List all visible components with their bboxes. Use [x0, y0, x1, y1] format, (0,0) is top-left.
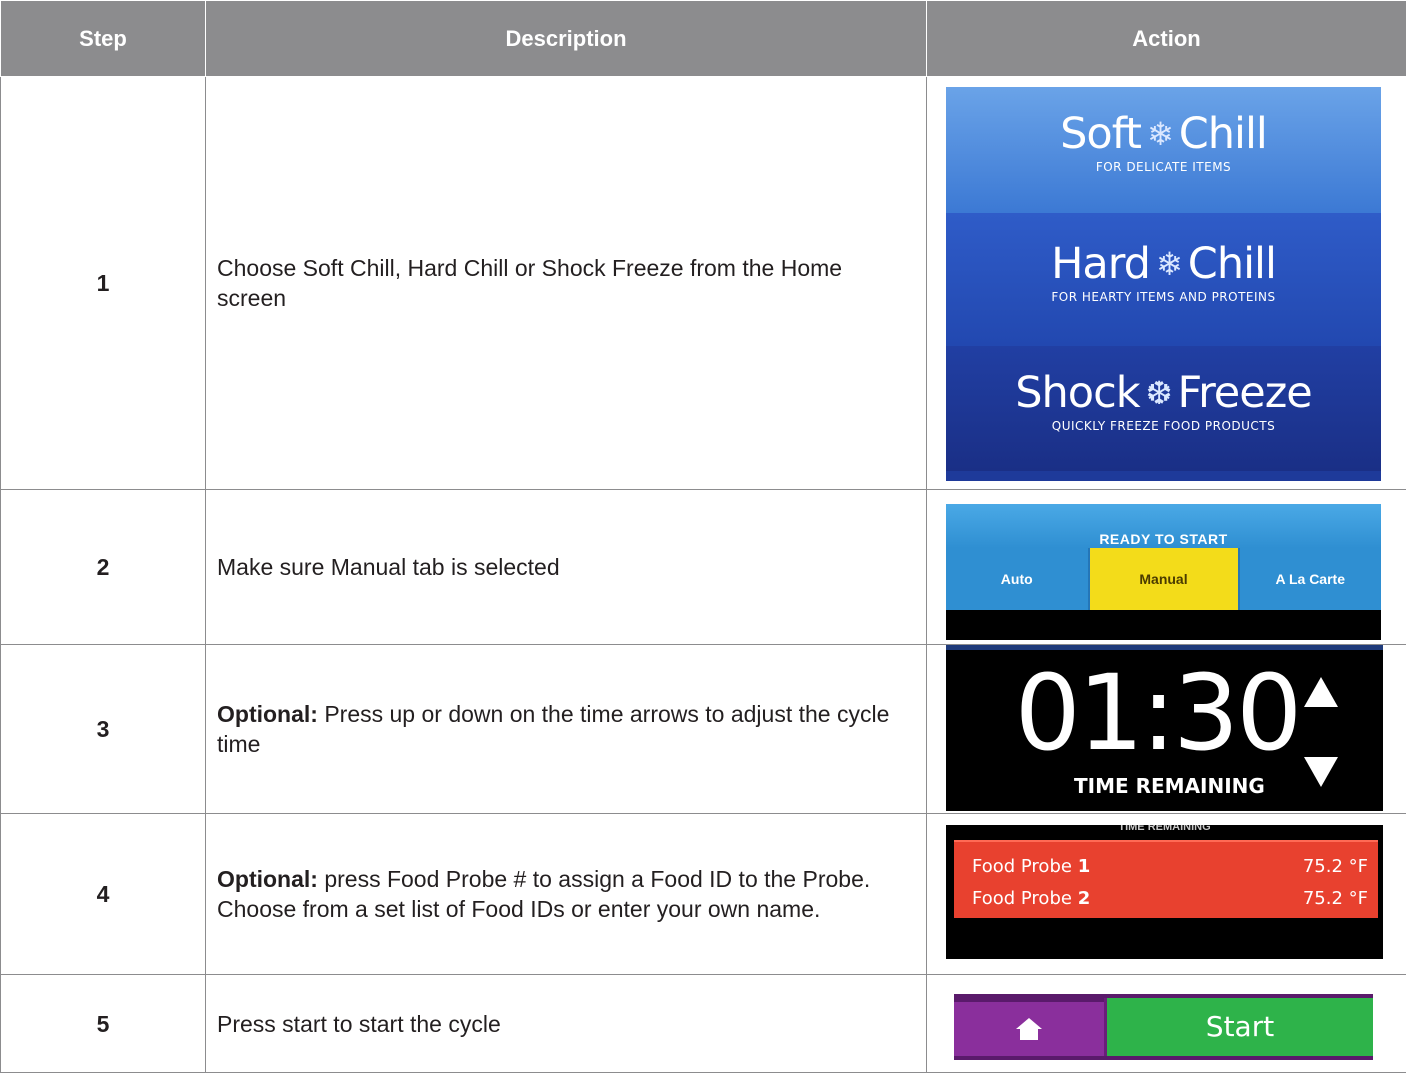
home-icon	[1016, 1018, 1042, 1040]
step-number: 5	[1, 975, 206, 1073]
step-number: 1	[1, 77, 206, 490]
status-banner: READY TO START	[946, 504, 1381, 548]
optional-label: Optional:	[217, 866, 318, 892]
shock-freeze-button[interactable]: Shock ❆ Freeze QUICKLY FREEZE FOOD PRODU…	[946, 346, 1381, 471]
step-number: 2	[1, 490, 206, 645]
step-number: 4	[1, 814, 206, 975]
time-remaining-label: TIME REMAINING	[1074, 771, 1265, 801]
food-probe-screen: TIME REMAINING Food Probe 1 75.2 °F Food…	[946, 825, 1383, 959]
optional-label: Optional:	[217, 701, 318, 727]
action-image-home: Soft ❄ Chill FOR DELICATE ITEMS Hard ❄ C…	[927, 77, 1406, 490]
table-row: 1 Choose Soft Chill, Hard Chill or Shock…	[1, 77, 1406, 490]
chill-label: Chill	[1179, 119, 1267, 149]
probe-temperature: 75.2 °F	[1303, 852, 1368, 882]
step-description: Optional: Press up or down on the time a…	[206, 645, 927, 814]
home-button[interactable]	[954, 1002, 1104, 1056]
soft-chill-button[interactable]: Soft ❄ Chill FOR DELICATE ITEMS	[946, 87, 1381, 213]
shock-label: Shock	[1015, 378, 1139, 408]
step-description: Optional: press Food Probe # to assign a…	[206, 814, 927, 975]
soft-label: Soft	[1060, 119, 1141, 149]
snowflake-cluster-icon: ❆	[1146, 377, 1172, 409]
timer-screen: 01:30 TIME REMAINING	[946, 645, 1383, 811]
action-header: Action	[927, 1, 1406, 77]
description-text: Make sure Manual tab is selected	[217, 554, 560, 580]
start-screen: Start	[954, 994, 1373, 1060]
start-button[interactable]: Start	[1104, 998, 1373, 1056]
description-text: Press up or down on the time arrows to a…	[217, 701, 889, 757]
mode-tab-bar: Auto Manual A La Carte	[946, 548, 1381, 610]
snowflake-icon: ❄	[1147, 118, 1173, 150]
timer-top-strip	[946, 645, 1383, 650]
table-row: 5 Press start to start the cycle Start	[1, 975, 1406, 1073]
arrow-up-icon[interactable]	[1304, 677, 1338, 707]
time-remaining-value: 01:30	[1012, 653, 1302, 773]
step-description: Press start to start the cycle	[206, 975, 927, 1073]
step-description: Choose Soft Chill, Hard Chill or Shock F…	[206, 77, 927, 490]
soft-chill-subtitle: FOR DELICATE ITEMS	[1096, 152, 1231, 182]
home-screen: Soft ❄ Chill FOR DELICATE ITEMS Hard ❄ C…	[946, 87, 1381, 481]
table-row: 3 Optional: Press up or down on the time…	[1, 645, 1406, 814]
probe-name: Food Probe 2	[972, 884, 1090, 914]
time-remaining-cut-label: TIME REMAINING	[946, 825, 1383, 834]
action-image-probes: TIME REMAINING Food Probe 1 75.2 °F Food…	[927, 814, 1406, 975]
food-probe-2-button[interactable]: Food Probe 2 75.2 °F	[972, 884, 1368, 914]
freeze-label: Freeze	[1177, 378, 1311, 408]
probe-name: Food Probe 1	[972, 852, 1090, 882]
description-text: Choose Soft Chill, Hard Chill or Shock F…	[217, 255, 842, 311]
food-probe-list: Food Probe 1 75.2 °F Food Probe 2 75.2 °…	[954, 840, 1378, 918]
probe-number: 1	[1078, 856, 1091, 877]
step-number: 3	[1, 645, 206, 814]
arrow-down-icon[interactable]	[1304, 757, 1338, 787]
tab-auto[interactable]: Auto	[946, 548, 1090, 610]
table-row: 4 Optional: press Food Probe # to assign…	[1, 814, 1406, 975]
description-text: Press start to start the cycle	[217, 1011, 501, 1037]
shock-freeze-subtitle: QUICKLY FREEZE FOOD PRODUCTS	[1052, 411, 1276, 441]
probe-number: 2	[1078, 888, 1091, 909]
action-image-timer: 01:30 TIME REMAINING	[927, 645, 1406, 814]
description-header: Description	[206, 1, 927, 77]
tab-a-la-carte[interactable]: A La Carte	[1240, 548, 1382, 610]
hard-chill-subtitle: FOR HEARTY ITEMS AND PROTEINS	[1051, 282, 1275, 312]
step-header: Step	[1, 1, 206, 77]
tab-manual[interactable]: Manual	[1090, 548, 1240, 610]
mode-tabs-screen: READY TO START Auto Manual A La Carte	[946, 504, 1381, 640]
action-image-start: Start	[927, 975, 1406, 1073]
step-description: Make sure Manual tab is selected	[206, 490, 927, 645]
header-row: Step Description Action	[1, 1, 1406, 77]
probe-temperature: 75.2 °F	[1303, 884, 1368, 914]
food-probe-1-button[interactable]: Food Probe 1 75.2 °F	[972, 852, 1368, 882]
hard-chill-button[interactable]: Hard ❄ Chill FOR HEARTY ITEMS AND PROTEI…	[946, 213, 1381, 346]
probe-label: Food Probe	[972, 856, 1072, 877]
chill-label: Chill	[1188, 249, 1276, 279]
table-row: 2 Make sure Manual tab is selected READY…	[1, 490, 1406, 645]
snowflakes-icon: ❄	[1156, 248, 1182, 280]
hard-label: Hard	[1051, 249, 1150, 279]
action-image-tabs: READY TO START Auto Manual A La Carte	[927, 490, 1406, 645]
probe-label: Food Probe	[972, 888, 1072, 909]
steps-table: Step Description Action 1 Choose Soft Ch…	[0, 0, 1406, 1073]
